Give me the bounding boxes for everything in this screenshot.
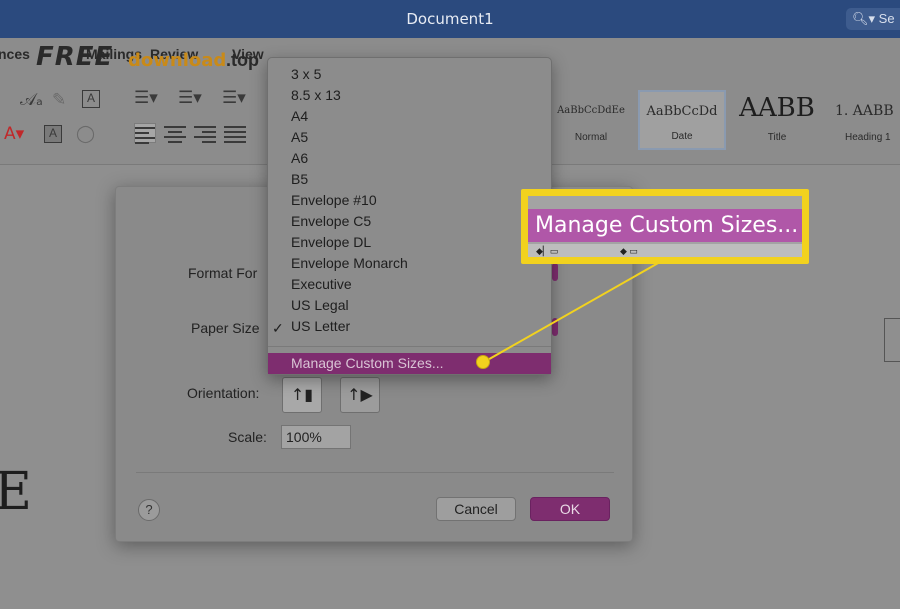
zoom-callout: Manage Custom Sizes... ◆▏▭ ◆ ▭ bbox=[521, 189, 809, 264]
zoom-callout-strip: ◆▏▭ ◆ ▭ bbox=[528, 244, 802, 257]
zoom-strip-icon-right: ◆ ▭ bbox=[620, 246, 638, 256]
zoom-strip-icon-left: ◆▏▭ bbox=[536, 246, 559, 256]
zoom-callout-content: Manage Custom Sizes... ◆▏▭ ◆ ▭ bbox=[528, 196, 802, 257]
zoom-callout-text: Manage Custom Sizes... bbox=[535, 213, 799, 238]
callout-connector bbox=[483, 261, 661, 363]
callout-anchor-dot bbox=[476, 355, 490, 369]
